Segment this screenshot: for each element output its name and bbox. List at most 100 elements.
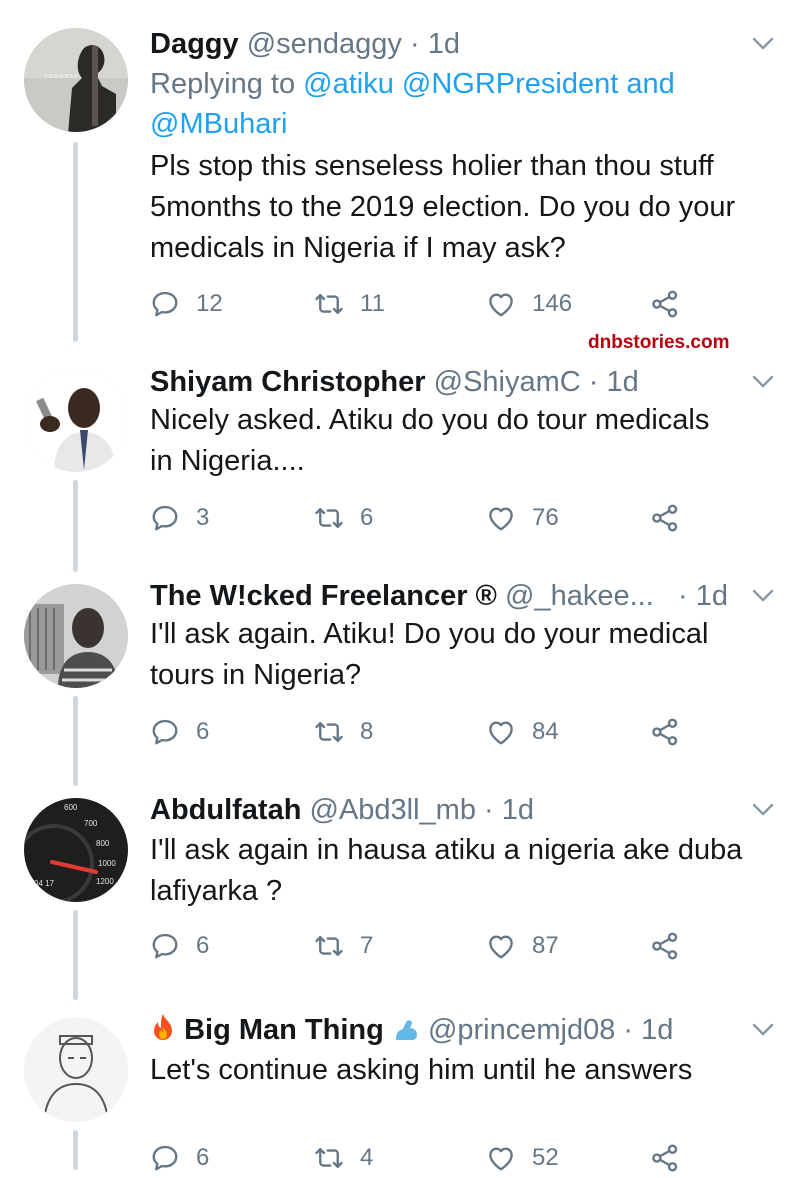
share-button[interactable] [650,712,696,752]
retweet-arrows-icon [314,931,344,961]
retweet-count: 11 [360,290,385,317]
tweet-actions: 6 4 52 [150,1138,710,1178]
separator-dot: · [678,580,688,612]
reply-button[interactable]: 12 [150,284,223,324]
retweet-count: 8 [360,718,374,745]
reply-mentions[interactable]: @atiku @NGRPresident [303,68,618,100]
timestamp[interactable]: 1d [607,366,639,398]
reply-button[interactable]: 3 [150,498,209,538]
speech-bubble-icon [150,503,180,533]
avatar[interactable]: THRONES [24,28,128,132]
chevron-down-icon[interactable] [752,588,774,604]
tweet-text-line: I'll ask again. Atiku! Do you do your me… [150,618,709,650]
svg-text:1200: 1200 [96,877,114,886]
thread-line [73,1130,78,1170]
svg-text:700: 700 [84,819,98,828]
chevron-down-icon[interactable] [752,374,774,390]
retweet-count: 7 [360,932,374,959]
display-name[interactable]: Big Man Thing [184,1014,384,1046]
like-count: 76 [532,504,559,531]
tweet-text: I'll ask again in hausa atiku a nigeria … [150,830,780,912]
tweet-text: Nicely asked. Atiku do you do tour medic… [150,400,780,482]
heart-icon [486,289,516,319]
avatar[interactable] [24,1018,128,1122]
share-button[interactable] [650,498,696,538]
separator-dot: · [623,1014,634,1046]
share-button[interactable] [650,284,696,324]
tweet-header: Daggy @sendaggy · 1d [150,22,740,66]
like-count: 52 [532,1144,559,1171]
thread-line [73,480,78,572]
heart-icon [486,931,516,961]
retweet-button[interactable]: 8 [314,712,373,752]
tweet-text-line: in Nigeria.... [150,445,305,477]
user-handle[interactable]: @_hakee... [505,580,654,612]
avatar[interactable] [24,584,128,688]
retweet-count: 4 [360,1144,374,1171]
svg-text:1000: 1000 [98,859,116,868]
display-name[interactable]: Daggy [150,28,239,60]
retweet-button[interactable]: 6 [314,498,373,538]
share-button[interactable] [650,1138,696,1178]
user-handle[interactable]: @Abd3ll_mb [310,794,476,826]
tweet-text-line: lafiyarka ? [150,875,283,907]
speech-bubble-icon [150,717,180,747]
display-name[interactable]: Abdulfatah [150,794,301,826]
timestamp-group: · 1d [678,574,728,618]
like-button[interactable]: 52 [486,1138,559,1178]
like-count: 146 [532,290,573,317]
timestamp[interactable]: 1d [502,794,534,826]
watermark: dnbstories.com [588,332,730,353]
retweet-button[interactable]: 11 [314,284,385,324]
thread-line [73,142,78,342]
svg-text:800: 800 [96,839,110,848]
user-handle[interactable]: @princemjd08 [428,1014,615,1046]
reply-and[interactable]: and [626,68,674,100]
chevron-down-icon[interactable] [752,1022,774,1038]
retweet-button[interactable]: 4 [314,1138,373,1178]
fire-emoji-icon [150,1012,176,1042]
separator-dot: · [588,366,599,398]
tweet-header: Big Man Thing @princemjd08 · 1d [150,1008,740,1052]
display-name[interactable]: Shiyam Christopher [150,366,426,398]
reply-mention-mbuhari[interactable]: @MBuhari [150,108,287,140]
reply-count: 6 [196,718,210,745]
timestamp[interactable]: 1d [428,28,460,60]
retweet-count: 6 [360,504,374,531]
tweet-text-line: Let's continue asking him until he answe… [150,1054,693,1086]
share-button[interactable] [650,926,696,966]
like-button[interactable]: 146 [486,284,572,324]
reply-button[interactable]: 6 [150,712,209,752]
reply-count: 6 [196,932,210,959]
timestamp[interactable]: 1d [696,580,728,612]
reply-count: 12 [196,290,223,317]
like-count: 84 [532,718,559,745]
display-name[interactable]: The W!cked Freelancer ® [150,580,497,612]
like-button[interactable]: 76 [486,498,559,538]
retweet-button[interactable]: 7 [314,926,373,966]
avatar[interactable] [24,368,128,472]
tweet-header: Shiyam Christopher @ShiyamC · 1d [150,360,740,404]
like-button[interactable]: 87 [486,926,559,966]
heart-icon [486,503,516,533]
tweet-actions: 12 11 146 [150,284,710,324]
like-button[interactable]: 84 [486,712,559,752]
tweet-actions: 3 6 76 [150,498,710,538]
svg-text:THRONES: THRONES [44,74,79,80]
retweet-arrows-icon [314,503,344,533]
chevron-down-icon[interactable] [752,36,774,52]
user-handle[interactable]: @ShiyamC [434,366,581,398]
avatar[interactable]: 600 700 800 1000 1200 04 17 [24,798,128,902]
reply-button[interactable]: 6 [150,926,209,966]
timestamp[interactable]: 1d [641,1014,673,1046]
user-handle[interactable]: @sendaggy [247,28,402,60]
tweet-text-line: I'll ask again in hausa atiku a nigeria … [150,834,743,866]
tweet-text-line: medicals in Nigeria if I may ask? [150,232,566,264]
separator-dot: · [409,28,420,60]
speech-bubble-icon [150,931,180,961]
svg-text:04 17: 04 17 [34,879,55,888]
share-nodes-icon [650,931,680,961]
chevron-down-icon[interactable] [752,802,774,818]
tweet-text-line: Nicely asked. Atiku do you do tour medic… [150,404,710,436]
reply-button[interactable]: 6 [150,1138,209,1178]
